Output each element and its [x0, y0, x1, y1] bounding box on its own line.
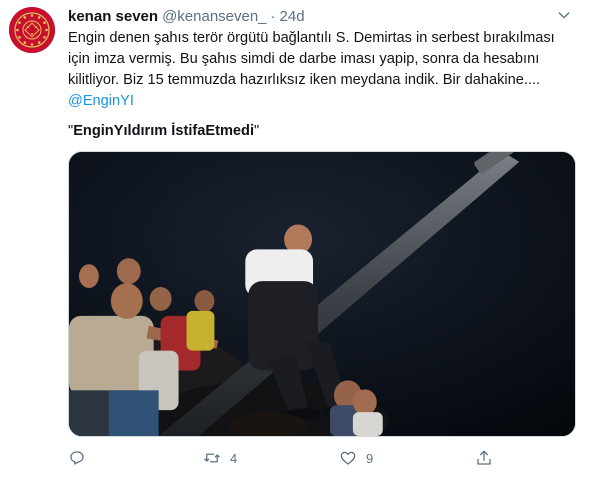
- display-name[interactable]: kenan seven: [68, 8, 158, 25]
- tweet-header: kenan seven @kenanseven_ · 24d: [68, 6, 305, 26]
- hashtag-text: EnginYıldırım İstifaEtmedi: [73, 123, 255, 139]
- reply-icon: [70, 451, 84, 465]
- tweet-actions: 4 9: [68, 447, 568, 469]
- presidential-seal-icon: [9, 7, 55, 53]
- tweet[interactable]: kenan seven @kenanseven_ · 24d Engin den…: [0, 0, 589, 477]
- retweet-count: 4: [230, 450, 238, 466]
- tweet-text: Engin denen şahıs terör örgütü bağlantıl…: [68, 28, 578, 112]
- chevron-down-icon: [558, 12, 570, 19]
- tweet-timestamp[interactable]: 24d: [280, 8, 305, 25]
- quote-close: ": [254, 123, 260, 139]
- share-button[interactable]: [475, 449, 493, 467]
- tweet-text-line: kilitliyor. Biz 15 temmuzda hazırlıksız …: [68, 72, 541, 88]
- tweet-text-line: için imza vermiş. Bu şahıs simdi de darb…: [68, 51, 540, 67]
- mention-link[interactable]: @EnginYI: [68, 91, 134, 112]
- avatar[interactable]: [9, 7, 55, 53]
- like-button[interactable]: 9: [339, 449, 373, 467]
- like-count: 9: [366, 450, 374, 466]
- more-options-button[interactable]: [553, 6, 575, 24]
- user-handle[interactable]: @kenanseven_: [162, 8, 266, 25]
- tweet-photo[interactable]: [68, 151, 576, 437]
- reply-button[interactable]: [68, 449, 95, 467]
- heart-icon: [340, 451, 356, 465]
- tweet-text-line: Engin denen şahıs terör örgütü bağlantıl…: [68, 30, 555, 46]
- tank-photo-image: [69, 152, 575, 436]
- hashtag-quote: "EnginYıldırım İstifaEtmedi": [68, 121, 259, 142]
- retweet-icon: [204, 453, 220, 463]
- share-icon: [477, 450, 491, 465]
- retweet-button[interactable]: 4: [203, 449, 237, 467]
- separator-dot: ·: [270, 7, 276, 25]
